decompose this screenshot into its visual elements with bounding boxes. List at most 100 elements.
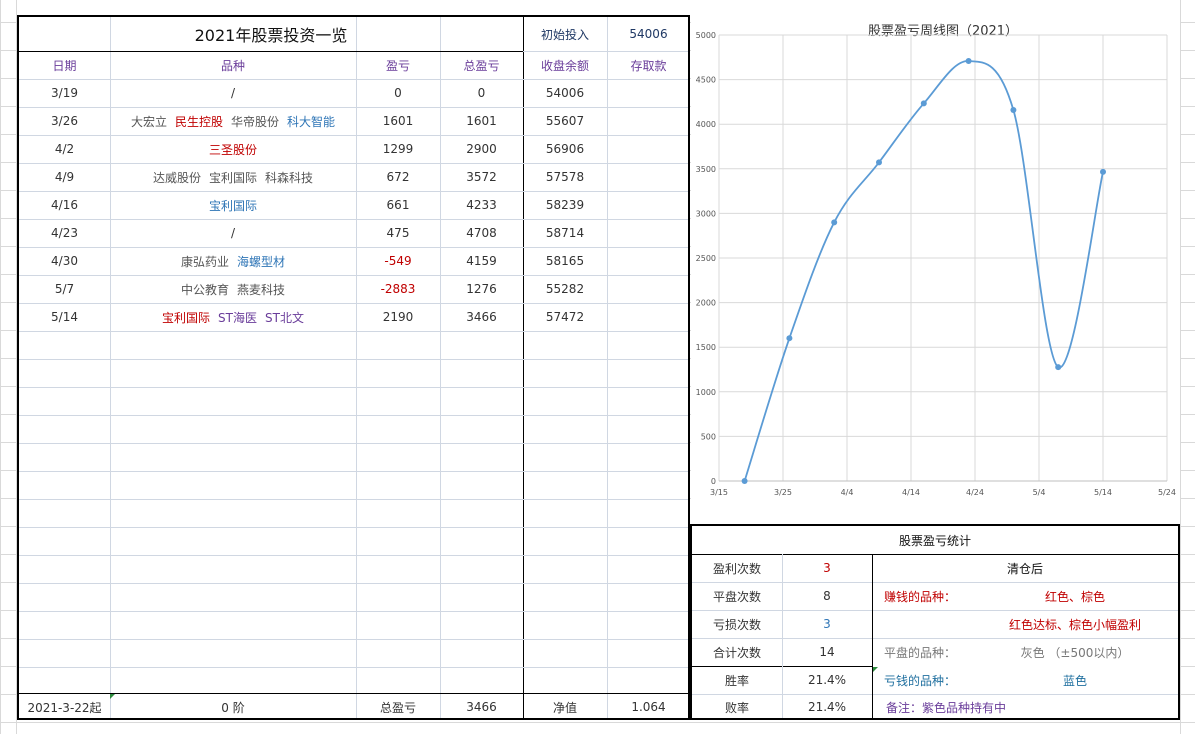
- row-pnl[interactable]: 1299: [356, 135, 440, 163]
- legend-flat-label: 平盘的品种：: [884, 645, 957, 660]
- row-deposit[interactable]: [607, 163, 690, 191]
- footer-level[interactable]: 0 阶: [110, 694, 356, 720]
- data-point: [965, 58, 972, 65]
- x-tick-label: 4/4: [841, 488, 854, 497]
- row-deposit[interactable]: [607, 135, 690, 163]
- row-stocks[interactable]: 宝利国际: [110, 191, 356, 219]
- row-stocks[interactable]: /: [110, 79, 356, 107]
- footer-start-date[interactable]: 2021-3-22起: [19, 694, 110, 720]
- page-title: 2021年股票投资一览: [194, 26, 348, 45]
- x-tick-label: 5/24: [1158, 488, 1176, 497]
- stats-flat-value[interactable]: 8: [782, 582, 872, 610]
- row-total-pnl[interactable]: 3466: [440, 303, 523, 331]
- row-stocks[interactable]: 大宏立 民生控股 华帝股份 科大智能: [110, 107, 356, 135]
- row-balance[interactable]: 54006: [523, 79, 607, 107]
- header-deposit: 存取款: [630, 58, 667, 73]
- row-date[interactable]: 5/14: [19, 303, 110, 331]
- stock-name: 宝利国际: [208, 170, 257, 185]
- initial-investment-value[interactable]: 54006: [607, 17, 690, 51]
- grid-column-line: [1180, 0, 1181, 734]
- row-balance[interactable]: 58239: [523, 191, 607, 219]
- row-total-pnl[interactable]: 1276: [440, 275, 523, 303]
- row-deposit[interactable]: [607, 275, 690, 303]
- row-divider: [19, 527, 688, 528]
- row-divider: [19, 555, 688, 556]
- row-total-pnl[interactable]: 4708: [440, 219, 523, 247]
- stats-win-value[interactable]: 3: [782, 554, 872, 582]
- stats-flat-label: 平盘次数: [712, 589, 761, 604]
- row-stocks[interactable]: 中公教育 燕麦科技: [110, 275, 356, 303]
- stock-name: ST海医: [218, 310, 257, 325]
- row-pnl[interactable]: 672: [356, 163, 440, 191]
- stock-name: 燕麦科技: [237, 282, 286, 297]
- row-date[interactable]: 3/26: [19, 107, 110, 135]
- row-total-pnl[interactable]: 1601: [440, 107, 523, 135]
- y-tick-label: 1000: [696, 388, 716, 397]
- row-pnl[interactable]: 2190: [356, 303, 440, 331]
- row-balance[interactable]: 55607: [523, 107, 607, 135]
- row-divider: [19, 667, 688, 668]
- initial-investment-label: 初始投入: [540, 27, 589, 42]
- stats-win-rate-value[interactable]: 21.4%: [782, 666, 872, 694]
- row-deposit[interactable]: [607, 107, 690, 135]
- data-point: [1010, 107, 1017, 114]
- row-balance[interactable]: 57472: [523, 303, 607, 331]
- row-divider: [19, 471, 688, 472]
- data-point: [1055, 364, 1062, 371]
- row-deposit[interactable]: [607, 79, 690, 107]
- row-date[interactable]: 3/19: [19, 79, 110, 107]
- row-total-pnl[interactable]: 0: [440, 79, 523, 107]
- row-total-pnl[interactable]: 2900: [440, 135, 523, 163]
- row-balance[interactable]: 56906: [523, 135, 607, 163]
- footer-total-label: 总盈亏: [379, 700, 416, 715]
- stats-total-value[interactable]: 14: [782, 638, 872, 666]
- chart-title: 股票盈亏周线图（2021）: [868, 24, 1018, 39]
- y-tick-label: 4500: [696, 76, 716, 85]
- stats-title: 股票盈亏统计: [898, 533, 971, 548]
- row-date[interactable]: 4/9: [19, 163, 110, 191]
- row-divider: [19, 331, 688, 332]
- stock-name: 科大智能: [287, 114, 336, 129]
- row-date[interactable]: 4/2: [19, 135, 110, 163]
- row-deposit[interactable]: [607, 219, 690, 247]
- stock-investment-table: 2021年股票投资一览 初始投入 54006 日期 品种 盈亏 总盈亏 收盘余额…: [17, 15, 690, 720]
- legend-lose-value: 蓝色: [1062, 673, 1087, 688]
- row-deposit[interactable]: [607, 303, 690, 331]
- footer-total-value[interactable]: 3466: [440, 694, 523, 720]
- row-pnl[interactable]: -549: [356, 247, 440, 275]
- data-point: [786, 335, 793, 342]
- row-total-pnl[interactable]: 4159: [440, 247, 523, 275]
- row-total-pnl[interactable]: 3572: [440, 163, 523, 191]
- row-date[interactable]: 4/30: [19, 247, 110, 275]
- stock-name: ST北文: [265, 310, 304, 325]
- stats-loss-value[interactable]: 3: [782, 610, 872, 638]
- row-divider: [19, 359, 688, 360]
- row-date[interactable]: 4/16: [19, 191, 110, 219]
- weekly-pnl-chart[interactable]: 股票盈亏周线图（2021） 0 500 1000 1500 2000 2500 3000 350…: [691, 15, 1180, 523]
- row-balance[interactable]: 58165: [523, 247, 607, 275]
- row-stocks[interactable]: 康弘药业 海螺型材: [110, 247, 356, 275]
- row-balance[interactable]: 57578: [523, 163, 607, 191]
- row-pnl[interactable]: 475: [356, 219, 440, 247]
- y-tick-label: 5000: [696, 31, 716, 40]
- legend-note: 备注：紫色品种持有中: [886, 700, 1007, 715]
- footer-net-value[interactable]: 1.064: [607, 694, 690, 720]
- row-pnl[interactable]: 1601: [356, 107, 440, 135]
- row-pnl[interactable]: 661: [356, 191, 440, 219]
- row-stocks[interactable]: 宝利国际 ST海医 ST北文: [110, 303, 356, 331]
- row-divider: [19, 443, 688, 444]
- row-stocks[interactable]: 达威股份 宝利国际 科森科技: [110, 163, 356, 191]
- data-point: [741, 478, 748, 484]
- row-balance[interactable]: 58714: [523, 219, 607, 247]
- stats-loss-rate-value[interactable]: 21.4%: [782, 694, 872, 720]
- row-total-pnl[interactable]: 4233: [440, 191, 523, 219]
- row-deposit[interactable]: [607, 247, 690, 275]
- row-stocks[interactable]: 三圣股份: [110, 135, 356, 163]
- row-date[interactable]: 4/23: [19, 219, 110, 247]
- row-balance[interactable]: 55282: [523, 275, 607, 303]
- row-stocks[interactable]: /: [110, 219, 356, 247]
- row-deposit[interactable]: [607, 191, 690, 219]
- row-pnl[interactable]: -2883: [356, 275, 440, 303]
- row-pnl[interactable]: 0: [356, 79, 440, 107]
- row-date[interactable]: 5/7: [19, 275, 110, 303]
